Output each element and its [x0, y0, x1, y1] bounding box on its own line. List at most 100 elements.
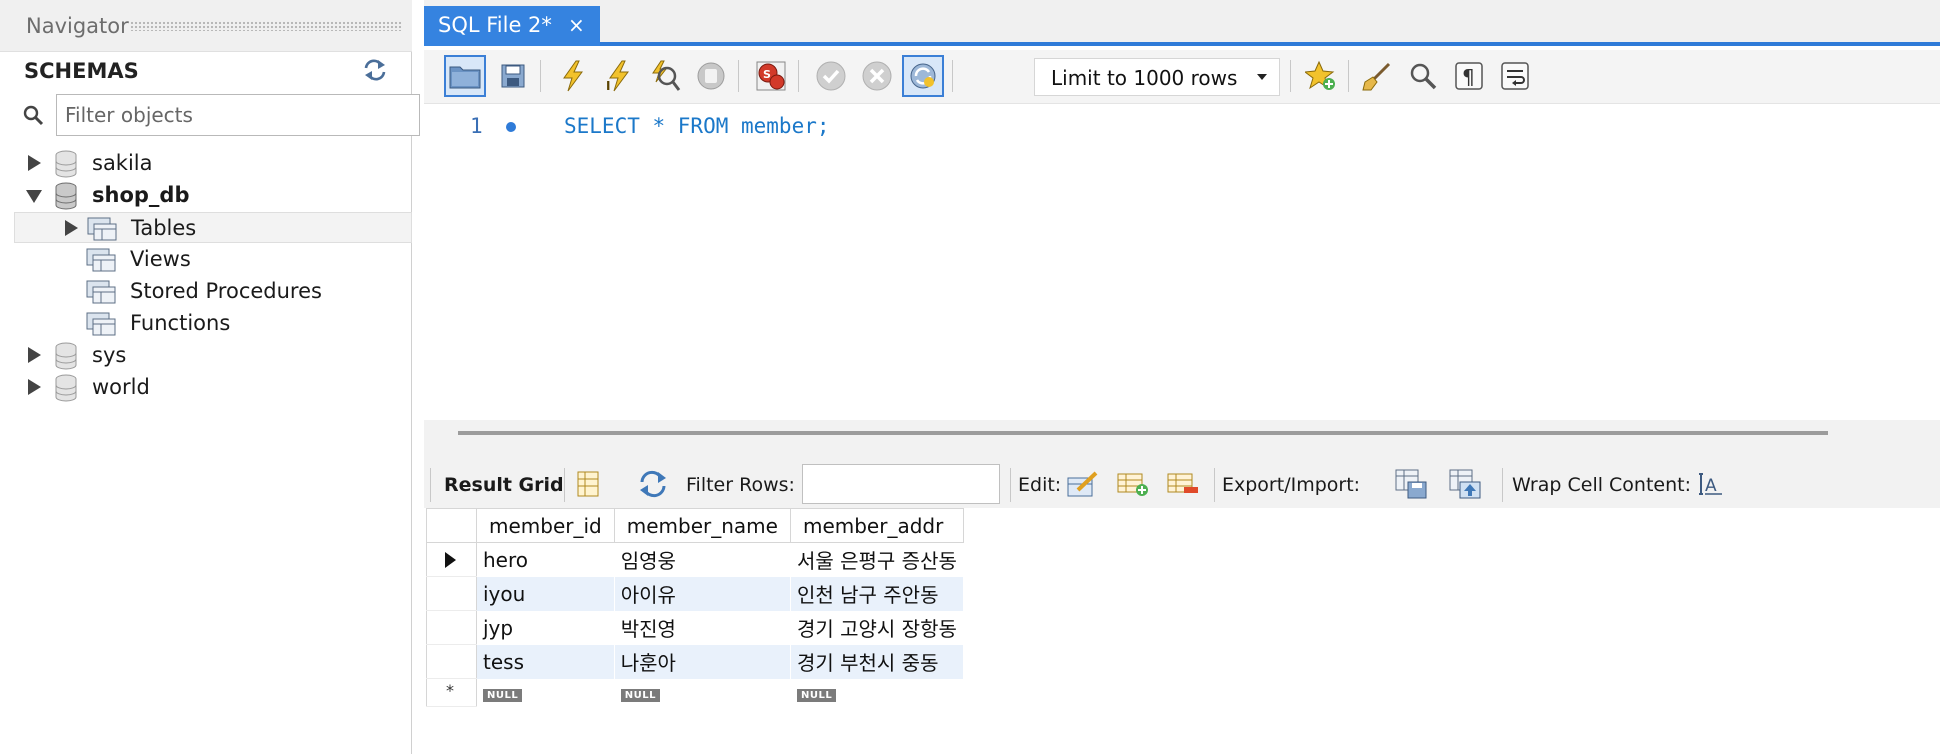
editor-result-splitter[interactable]	[424, 420, 1940, 460]
table-cell[interactable]: 경기 고양시 장항동	[790, 610, 964, 645]
save-script-button[interactable]	[492, 55, 534, 97]
autocommit-toggle[interactable]	[902, 55, 944, 97]
export-icon	[1395, 469, 1427, 499]
stop-button[interactable]	[690, 55, 732, 97]
horizontal-scrollbar[interactable]	[458, 431, 1828, 435]
limit-rows-value: Limit to 1000 rows	[1051, 66, 1238, 90]
tree-item-world[interactable]: world	[14, 372, 412, 403]
result-grid-tab[interactable]: Result Grid	[444, 474, 564, 496]
delete-row-button[interactable]	[1166, 468, 1200, 500]
beautify-button[interactable]	[1356, 55, 1398, 97]
table-row[interactable]: iyou 아이유 인천 남구 주안동	[426, 576, 964, 611]
table-cell[interactable]: 인천 남구 주안동	[790, 576, 964, 611]
expand-arrow-icon[interactable]	[28, 347, 41, 363]
table-cell[interactable]: NULL	[614, 678, 791, 707]
insert-row-button[interactable]	[1116, 468, 1150, 500]
filter-rows-input[interactable]	[802, 464, 1000, 504]
column-header-member-id[interactable]: member_id	[476, 508, 615, 543]
tab-sql-file-2[interactable]: SQL File 2* ×	[424, 6, 600, 46]
table-cell[interactable]: hero	[476, 542, 615, 577]
column-header-member-name[interactable]: member_name	[613, 508, 791, 543]
expand-arrow-icon[interactable]	[28, 379, 41, 395]
navigator-header: Navigator	[0, 0, 412, 52]
table-row[interactable]: tess 나훈아 경기 부천시 중동	[426, 644, 964, 679]
collapse-arrow-icon[interactable]	[26, 190, 42, 203]
table-cell[interactable]: NULL	[790, 678, 964, 707]
save-icon	[501, 64, 525, 88]
new-row[interactable]: * NULL NULL NULL	[426, 678, 964, 707]
limit-rows-select[interactable]: Limit to 1000 rows	[1034, 58, 1280, 96]
wrap-cell-content-label: Wrap Cell Content:	[1512, 474, 1692, 496]
filter-objects-input[interactable]	[56, 94, 420, 136]
grid-corner[interactable]	[426, 508, 477, 543]
close-icon[interactable]: ×	[568, 13, 585, 37]
add-bookmark-button[interactable]	[1300, 55, 1342, 97]
row-header[interactable]	[426, 576, 477, 611]
tree-item-sakila[interactable]: sakila	[14, 148, 412, 179]
export-button[interactable]	[1394, 468, 1428, 500]
table-cell[interactable]: 임영웅	[614, 542, 791, 577]
tree-item-shop-db[interactable]: shop_db	[14, 180, 412, 211]
tree-item-sys[interactable]: sys	[14, 340, 412, 371]
row-header[interactable]	[426, 542, 477, 577]
result-toolbar: Result Grid Filter Rows: Edit: Export/Im…	[424, 460, 1940, 508]
import-button[interactable]	[1448, 468, 1482, 500]
folder-icon	[86, 280, 116, 304]
table-cell[interactable]: NULL	[476, 678, 615, 707]
row-header[interactable]: *	[426, 678, 477, 707]
table-cell[interactable]: 박진영	[614, 610, 791, 645]
stop-icon	[697, 62, 725, 90]
expand-arrow-icon[interactable]	[28, 155, 41, 171]
tree-item-label: sakila	[92, 151, 153, 175]
tree-item-functions[interactable]: Functions	[14, 308, 412, 339]
commit-button[interactable]	[810, 55, 852, 97]
wrap-cell-content-toggle[interactable]: A	[1694, 468, 1728, 500]
result-grid: member_id member_name member_addr hero 임…	[426, 508, 964, 707]
grid-header-row: member_id member_name member_addr	[426, 508, 964, 543]
row-header[interactable]	[426, 610, 477, 645]
table-cell[interactable]: 서울 은평구 증산동	[790, 542, 964, 577]
explain-icon	[652, 60, 681, 91]
column-header-member-addr[interactable]: member_addr	[789, 508, 964, 543]
sql-statement[interactable]: SELECT * FROM member;	[564, 114, 830, 138]
row-header[interactable]	[426, 644, 477, 679]
editor-tab-bar: SQL File 2* ×	[424, 0, 1940, 46]
find-button[interactable]	[1402, 55, 1444, 97]
open-script-button[interactable]	[444, 55, 486, 97]
bookmark-icon	[1305, 60, 1335, 90]
tree-item-views[interactable]: Views	[14, 244, 412, 275]
grid-layout-button[interactable]	[572, 468, 606, 500]
database-icon	[55, 374, 77, 402]
table-cell[interactable]: 경기 부천시 중동	[790, 644, 964, 679]
panel-grip[interactable]	[130, 21, 402, 31]
table-cell[interactable]: tess	[476, 644, 615, 679]
tree-item-stored-procedures[interactable]: Stored Procedures	[14, 276, 412, 307]
table-row[interactable]: hero 임영웅 서울 은평구 증산동	[426, 542, 964, 577]
table-cell[interactable]: jyp	[476, 610, 615, 645]
svg-text:I: I	[606, 79, 610, 92]
svg-text:S: S	[763, 68, 771, 81]
delete-row-icon	[1167, 473, 1198, 493]
table-row[interactable]: jyp 박진영 경기 고양시 장항동	[426, 610, 964, 645]
explain-button[interactable]	[644, 55, 686, 97]
execute-current-button[interactable]: I	[598, 55, 640, 97]
execute-button[interactable]	[552, 55, 594, 97]
table-cell[interactable]: iyou	[476, 576, 615, 611]
edit-row-button[interactable]	[1066, 468, 1100, 500]
refresh-results-button[interactable]	[636, 468, 670, 500]
current-row-pointer-icon	[445, 552, 456, 568]
table-cell[interactable]: 나훈아	[614, 644, 791, 679]
tree-item-tables[interactable]: Tables	[14, 212, 412, 243]
sql-editor[interactable]: 1 SELECT * FROM member;	[424, 104, 1940, 420]
table-cell[interactable]: 아이유	[614, 576, 791, 611]
tree-item-label: Tables	[131, 216, 197, 240]
toggle-error-stop-button[interactable]: S	[750, 55, 792, 97]
toggle-word-wrap-button[interactable]	[1494, 55, 1536, 97]
refresh-icon[interactable]	[362, 58, 388, 82]
null-badge: NULL	[620, 688, 660, 702]
expand-arrow-icon[interactable]	[65, 220, 78, 236]
rollback-button[interactable]	[856, 55, 898, 97]
toggle-invisible-chars-button[interactable]: ¶	[1448, 55, 1490, 97]
database-icon	[55, 182, 77, 210]
database-icon	[55, 150, 77, 178]
